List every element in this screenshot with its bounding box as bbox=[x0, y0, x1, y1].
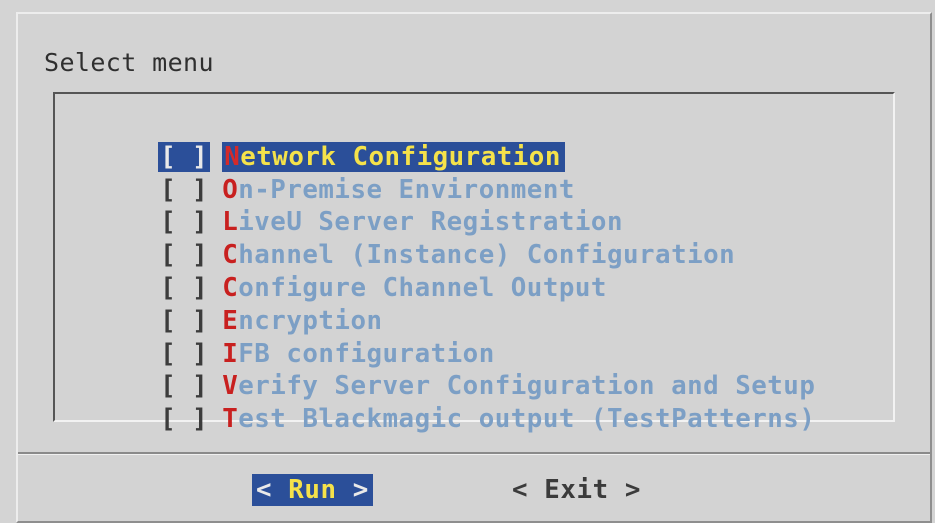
menu-item-network-configuration[interactable]: [ ] Network Configuration bbox=[96, 112, 565, 172]
dialog-prompt: Select menu bbox=[44, 48, 214, 77]
menu-item-text: est Blackmagic output (TestPatterns) bbox=[238, 404, 816, 434]
run-button-left-bracket: < bbox=[256, 475, 273, 505]
menu-item-verify-server-configuration[interactable]: [ ] Verify Server Configuration and Setup bbox=[96, 341, 815, 401]
run-button[interactable]: < Run > bbox=[252, 474, 373, 506]
menu-item-encryption[interactable]: [ ] Encryption bbox=[96, 276, 383, 336]
menu-item-channel-instance-configuration[interactable]: [ ] Channel (Instance) Configuration bbox=[96, 210, 735, 270]
menu-item-on-premise-environment[interactable]: [ ] On-Premise Environment bbox=[96, 145, 575, 205]
exit-button[interactable]: < Exit > bbox=[512, 474, 641, 506]
menu-item-label: Test Blackmagic output (TestPatterns) bbox=[222, 404, 815, 434]
menu-item-configure-channel-output[interactable]: [ ] Configure Channel Output bbox=[96, 243, 607, 303]
menu-item-checkbox[interactable]: [ ] bbox=[160, 404, 208, 434]
button-bar-divider bbox=[18, 452, 930, 455]
menu-item-test-blackmagic-output[interactable]: [ ] Test Blackmagic output (TestPatterns) bbox=[96, 374, 815, 434]
run-button-label: Run bbox=[272, 475, 353, 505]
menu-item-liveu-server-registration[interactable]: [ ] LiveU Server Registration bbox=[96, 177, 623, 237]
select-menu-dialog: Select menu [ ] Network Configuration [ ]… bbox=[16, 12, 932, 523]
menu-item-ifb-configuration[interactable]: [ ] IFB configuration bbox=[96, 309, 495, 369]
run-button-right-bracket: > bbox=[352, 475, 369, 505]
menu-item-hotkey: T bbox=[222, 404, 239, 434]
